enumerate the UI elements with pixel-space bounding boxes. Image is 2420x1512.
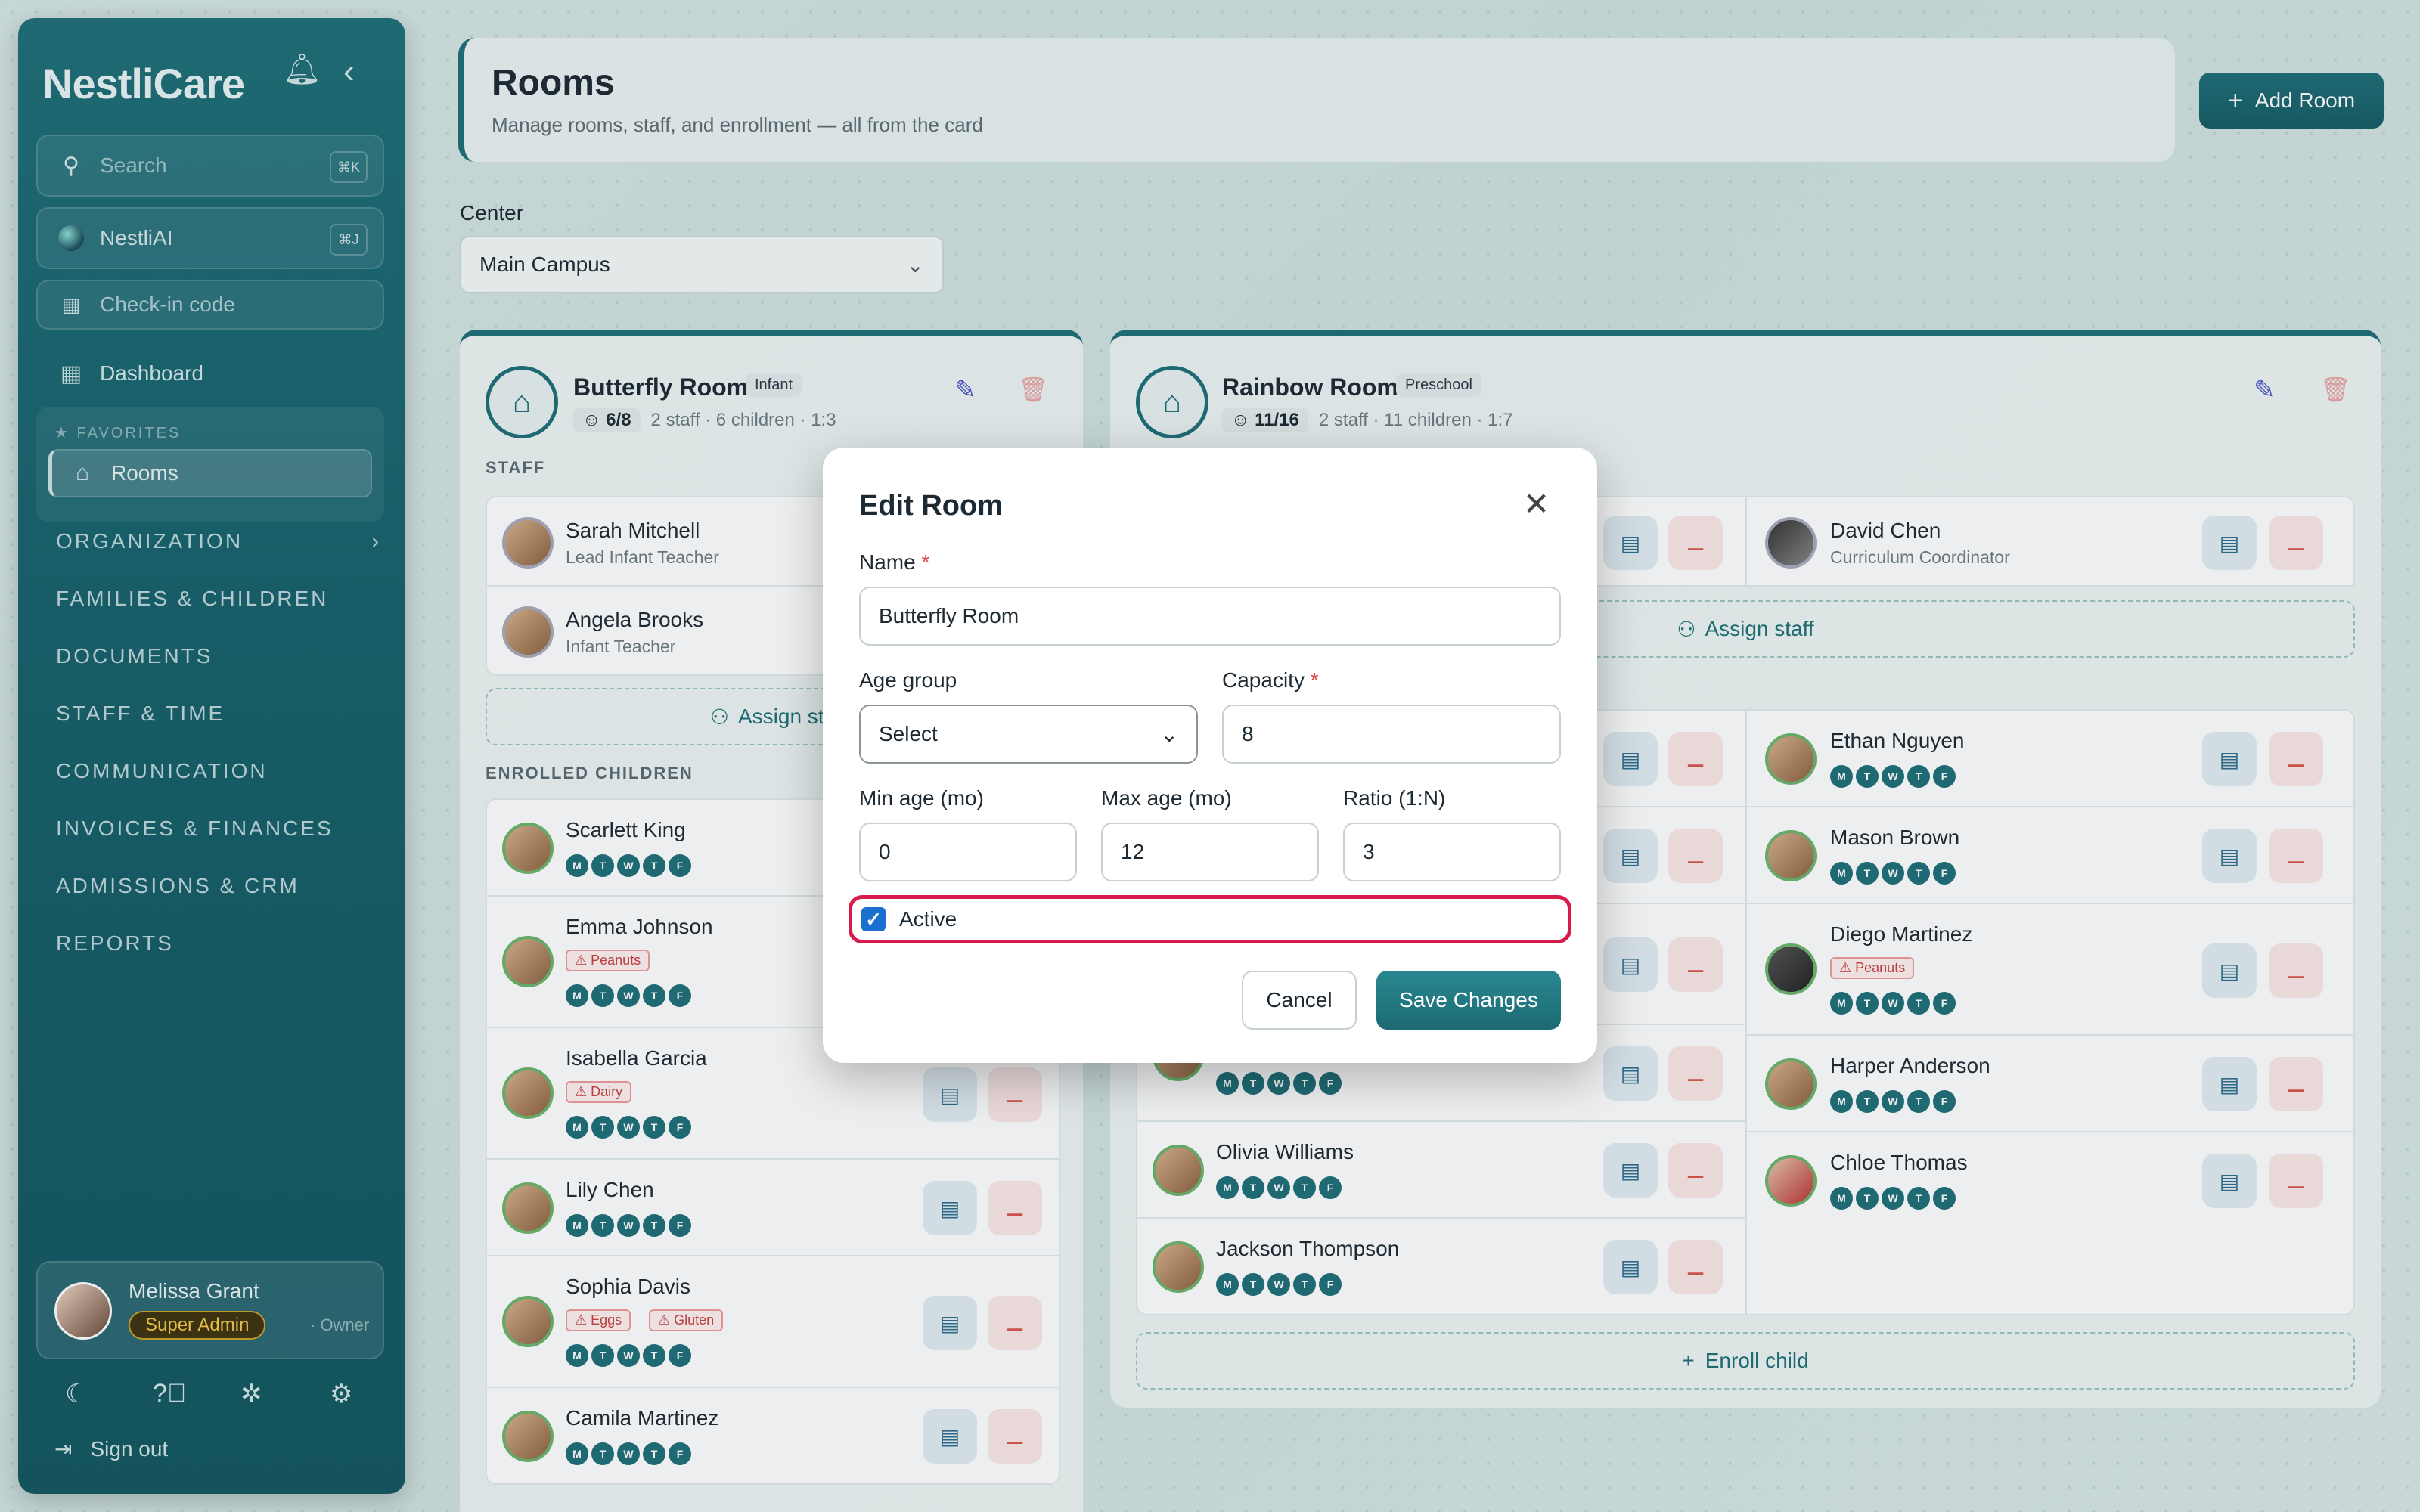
active-checkbox[interactable]: ✓ — [861, 907, 886, 931]
chevron-down-icon: ⌄ — [1160, 722, 1178, 746]
capacity-field[interactable]: 8 — [1222, 705, 1561, 764]
ratio-field[interactable]: 3 — [1343, 823, 1561, 881]
name-field[interactable]: Butterfly Room — [859, 587, 1561, 646]
min-age-field[interactable]: 0 — [859, 823, 1077, 881]
capacity-label-text: Capacity — [1222, 668, 1305, 692]
age-group-select[interactable]: Select ⌄ — [859, 705, 1198, 764]
required-marker: * — [921, 550, 930, 574]
close-icon[interactable]: ✕ — [1523, 485, 1550, 522]
max-age-field[interactable]: 12 — [1101, 823, 1319, 881]
min-age-label: Min age (mo) — [859, 786, 984, 810]
age-group-label: Age group — [859, 668, 957, 692]
max-age-label: Max age (mo) — [1101, 786, 1232, 810]
active-checkbox-row[interactable]: ✓ Active — [849, 895, 1571, 943]
capacity-label: Capacity * — [1222, 668, 1319, 692]
age-group-value: Select — [879, 722, 938, 745]
active-label: Active — [899, 907, 957, 931]
save-changes-button[interactable]: Save Changes — [1376, 971, 1561, 1030]
cancel-button[interactable]: Cancel — [1242, 971, 1357, 1030]
name-label: Name * — [859, 550, 929, 575]
edit-room-modal: Edit Room ✕ Name * Butterfly Room Age gr… — [823, 448, 1597, 1063]
name-label-text: Name — [859, 550, 916, 574]
ratio-label: Ratio (1:N) — [1343, 786, 1446, 810]
required-marker: * — [1310, 668, 1319, 692]
modal-title: Edit Room — [859, 490, 1003, 522]
